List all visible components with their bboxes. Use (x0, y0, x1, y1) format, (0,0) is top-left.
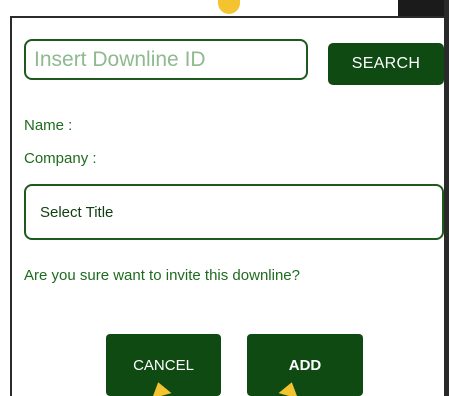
title-select[interactable]: Select Title (24, 184, 444, 240)
add-button[interactable]: ADD (247, 334, 363, 396)
search-button-label: SEARCH (351, 55, 421, 72)
search-button[interactable]: SEARCH (328, 43, 444, 85)
dialog-right-border (444, 0, 449, 396)
name-label: Name : (24, 117, 73, 134)
invite-downline-dialog: Insert Downline ID SEARCH Name : Company… (12, 18, 444, 396)
company-label: Company : (24, 150, 97, 167)
title-select-value: Select Title (40, 203, 114, 221)
downline-id-placeholder: Insert Downline ID (34, 47, 206, 71)
downline-id-input[interactable]: Insert Downline ID (24, 39, 308, 80)
cancel-button-label: CANCEL (133, 356, 194, 374)
invite-downline-screen: Insert Downline ID SEARCH Name : Company… (0, 0, 449, 396)
add-button-label: ADD (288, 356, 322, 374)
confirm-message: Are you sure want to invite this downlin… (24, 267, 300, 284)
